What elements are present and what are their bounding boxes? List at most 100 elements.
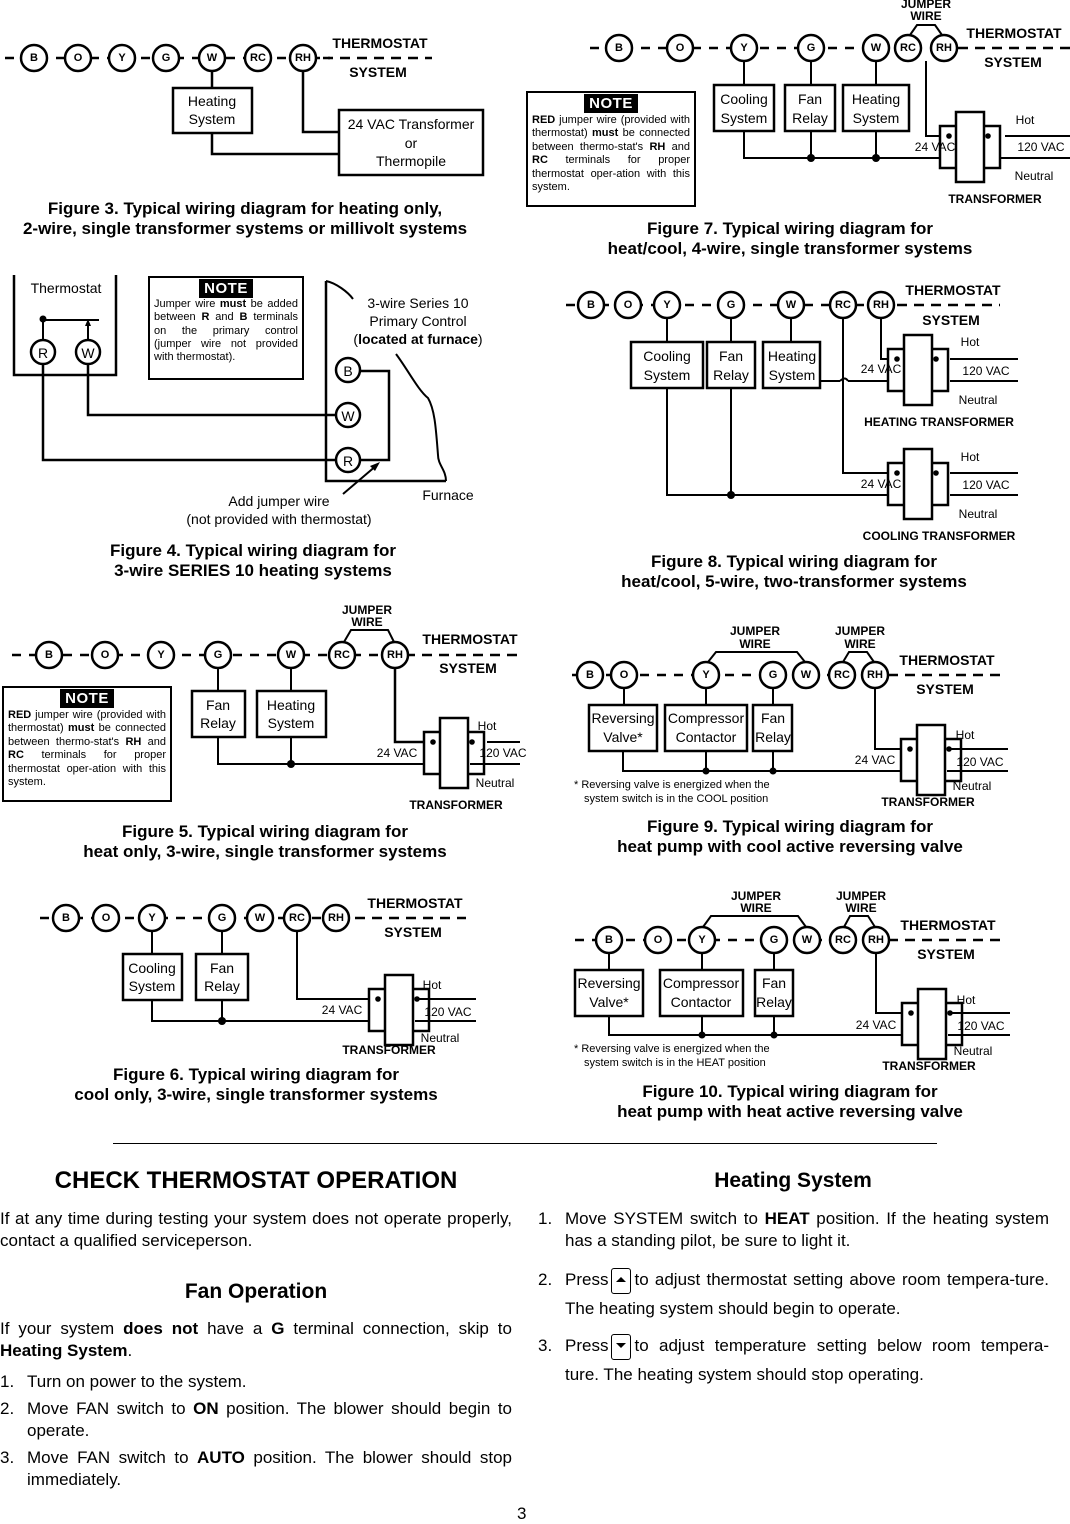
svg-text:24 VAC: 24 VAC xyxy=(861,362,902,376)
svg-text:W: W xyxy=(786,299,797,311)
svg-text:SYSTEM: SYSTEM xyxy=(439,660,497,676)
terminal-y: Y xyxy=(107,43,137,73)
svg-text:B: B xyxy=(587,299,595,311)
svg-text:G: G xyxy=(769,669,778,681)
terminal-y: Y xyxy=(146,640,176,670)
svg-text:B: B xyxy=(343,363,352,379)
svg-text:Fan: Fan xyxy=(761,710,785,726)
svg-text:TRANSFORMER: TRANSFORMER xyxy=(342,1043,436,1057)
terminal-rh: RH xyxy=(321,903,351,933)
svg-text:System: System xyxy=(268,715,315,731)
terminal-g: G xyxy=(203,640,233,670)
svg-text:TRANSFORMER: TRANSFORMER xyxy=(882,1059,976,1073)
svg-text:RH: RH xyxy=(295,52,311,64)
svg-text:Heating: Heating xyxy=(188,93,236,109)
svg-text:Fan: Fan xyxy=(762,975,786,991)
svg-text:24 VAC: 24 VAC xyxy=(377,746,418,760)
terminal-rc: RC xyxy=(327,640,357,670)
svg-text:SYSTEM: SYSTEM xyxy=(917,946,975,962)
terminal-g: G xyxy=(151,43,181,73)
jumper-wire-y-w xyxy=(707,651,806,663)
svg-text:O: O xyxy=(74,52,83,64)
terminal-b: B xyxy=(19,43,49,73)
terminal-rh: RH xyxy=(380,640,410,670)
svg-text:24 VAC: 24 VAC xyxy=(855,753,896,767)
check-operation-intro: If at any time during testing your syste… xyxy=(0,1209,512,1250)
svg-text:24 VAC: 24 VAC xyxy=(861,477,902,491)
svg-text:3-wire Series 10: 3-wire Series 10 xyxy=(367,295,468,311)
terminal-row: B O Y G W RC RH xyxy=(19,43,318,73)
svg-text:Y: Y xyxy=(157,649,165,661)
svg-text:Contactor: Contactor xyxy=(671,994,732,1010)
terminal-rc: RC xyxy=(893,33,923,63)
terminal-b: B xyxy=(594,925,624,955)
svg-text:Y: Y xyxy=(702,669,710,681)
svg-text:RH: RH xyxy=(873,299,889,311)
svg-text:System: System xyxy=(129,978,176,994)
svg-text:B: B xyxy=(605,934,613,946)
terminal-o: O xyxy=(91,903,121,933)
terminal-y: Y xyxy=(691,660,721,690)
svg-text:G: G xyxy=(770,934,779,946)
svg-text:WIRE: WIRE xyxy=(910,9,941,23)
svg-text:Neutral: Neutral xyxy=(954,1044,993,1058)
svg-text:Hot: Hot xyxy=(961,335,980,349)
svg-text:RC: RC xyxy=(900,42,916,54)
jumper-wire-y-w xyxy=(702,915,807,928)
note-text: Jumper wire must be added between R and … xyxy=(154,298,298,364)
figure-7-caption: Figure 7. Typical wiring diagram for heat… xyxy=(607,219,973,258)
svg-text:24 VAC: 24 VAC xyxy=(856,1018,897,1032)
svg-text:120 VAC: 120 VAC xyxy=(957,1019,1004,1033)
terminal-o: O xyxy=(665,33,695,63)
svg-text:120 VAC: 120 VAC xyxy=(1017,140,1064,154)
svg-text:THERMOSTAT: THERMOSTAT xyxy=(899,652,995,668)
svg-text:RC: RC xyxy=(289,912,305,924)
terminal-o: O xyxy=(63,43,93,73)
svg-text:or: or xyxy=(405,135,418,151)
svg-text:O: O xyxy=(620,669,629,681)
svg-text:TRANSFORMER: TRANSFORMER xyxy=(881,795,975,809)
svg-text:Hot: Hot xyxy=(957,993,976,1007)
svg-text:Compressor: Compressor xyxy=(663,975,740,991)
terminal-g: G xyxy=(796,33,826,63)
svg-text:Relay: Relay xyxy=(713,367,749,383)
svg-text:Hot: Hot xyxy=(956,728,975,742)
svg-text:THERMOSTAT: THERMOSTAT xyxy=(966,25,1062,41)
svg-text:120 VAC: 120 VAC xyxy=(424,1005,471,1019)
svg-text:Neutral: Neutral xyxy=(1015,169,1054,183)
svg-text:W: W xyxy=(871,42,882,54)
thermostat-label: THERMOSTAT xyxy=(332,35,428,51)
svg-text:RH: RH xyxy=(867,669,883,681)
terminal-b: B xyxy=(34,640,64,670)
svg-text:120 VAC: 120 VAC xyxy=(479,746,526,760)
jumper-wire-rc-rh xyxy=(843,915,876,928)
note-title: NOTE xyxy=(199,279,253,298)
figure-3-diagram: B O Y G W RC RH THERMOSTAT SYSTEM Heatin… xyxy=(5,35,485,177)
svg-text:Compressor: Compressor xyxy=(668,710,745,726)
svg-text:O: O xyxy=(624,299,633,311)
svg-text:O: O xyxy=(101,649,110,661)
svg-text:RH: RH xyxy=(868,934,884,946)
terminal-row: B O Y G W RC RH xyxy=(34,640,410,670)
heating-step-3: 3. Press to adjust temperature setting be… xyxy=(538,1331,1049,1389)
terminal-b: B xyxy=(575,660,605,690)
svg-text:System: System xyxy=(769,367,816,383)
note-title: NOTE xyxy=(60,689,114,708)
svg-text:Reversing: Reversing xyxy=(577,975,640,991)
fan-step-1: 1. Turn on power to the system. xyxy=(0,1372,247,1391)
svg-text:G: G xyxy=(727,299,736,311)
svg-text:SYSTEM: SYSTEM xyxy=(984,54,1042,70)
svg-text:System: System xyxy=(189,111,236,127)
svg-text:Fan: Fan xyxy=(719,348,743,364)
terminal-w: W xyxy=(861,33,891,63)
svg-text:THERMOSTAT: THERMOSTAT xyxy=(900,917,996,933)
svg-text:(located at furnace): (located at furnace) xyxy=(353,331,482,347)
svg-text:Y: Y xyxy=(740,42,748,54)
figure-10-diagram: B O Y G W RC RH JUMPER WIRE JUMPER WIRE … xyxy=(573,889,1010,1073)
terminal-row: B O Y G W RC RH xyxy=(594,925,891,955)
svg-text:Relay: Relay xyxy=(792,110,828,126)
terminal-rh: RH xyxy=(929,33,959,63)
svg-text:O: O xyxy=(654,934,663,946)
svg-text:THERMOSTAT: THERMOSTAT xyxy=(905,282,1001,298)
svg-text:WIRE: WIRE xyxy=(844,637,875,651)
